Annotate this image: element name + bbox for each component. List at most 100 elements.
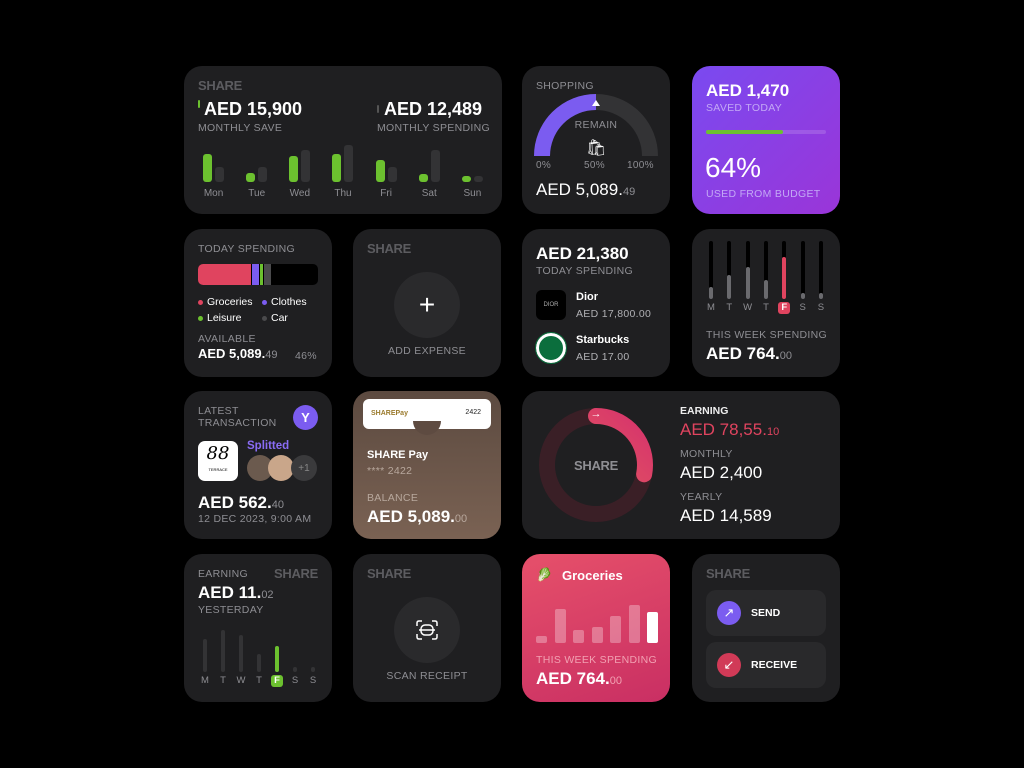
bar-fill	[763, 280, 768, 299]
groceries-bar	[647, 611, 658, 643]
shopping-widget[interactable]: SHOPPING REMAIN 🛍 0% 50% 100% AED 5,089.…	[522, 66, 670, 214]
available-amount: AED 5,089.49	[198, 346, 278, 361]
budget-label: USED FROM BUDGET	[706, 188, 821, 200]
receive-button[interactable]: ↙ RECEIVE	[706, 642, 826, 688]
today-spending-widget[interactable]: TODAY SPENDING Groceries Clothes Leisure Ca…	[184, 229, 332, 377]
merchant-logo-text: 88	[206, 443, 230, 464]
saved-today-widget[interactable]: AED 1,470 SAVED TODAY 64% USED FROM BUDG…	[692, 66, 840, 214]
spend-bar	[258, 167, 268, 182]
groceries-bar	[573, 629, 584, 643]
day-column: F	[777, 241, 791, 316]
bar-fill	[782, 256, 787, 299]
monthly-label: MONTHLY	[680, 448, 733, 460]
bar-track	[239, 628, 243, 672]
merchant-logo: 88 TERRACE	[198, 441, 238, 481]
split-icon[interactable]: Y	[293, 405, 318, 430]
bar-track	[782, 241, 787, 299]
scan-icon	[416, 620, 438, 640]
yesterday-amount: AED 11.02	[198, 583, 274, 602]
day-column: S	[814, 241, 828, 316]
legend-label: Groceries	[207, 296, 253, 308]
bar-track	[727, 241, 732, 299]
monthly-summary-widget[interactable]: SHARE AED 15,900 MONTHLY SAVE AED 12,489…	[184, 66, 502, 214]
week-spending-widget[interactable]: MTWTFSS THIS WEEK SPENDING AED 764.00	[692, 229, 840, 377]
monthly-save-amount: AED 15,900	[204, 99, 303, 119]
bar-pair	[246, 144, 268, 182]
legend-dot	[198, 299, 203, 305]
scan-receipt-widget[interactable]: SHARE SCAN RECEIPT	[353, 554, 501, 702]
monthly-spending-label: MONTHLY SPENDING	[377, 122, 490, 134]
day-column: M	[704, 241, 718, 316]
share-pay-card-widget[interactable]: SHAREPay 2422 SHARE Pay **** 2422 BALANC…	[353, 391, 501, 539]
earning-widget[interactable]: → SHARE EARNING AED 78,55.10 MONTHLY AED…	[522, 391, 840, 539]
day-label: F	[271, 675, 283, 687]
starbucks-logo	[535, 332, 567, 364]
bar-fill	[727, 274, 732, 299]
day-label: F	[778, 302, 791, 314]
save-bar	[461, 176, 471, 182]
add-expense-widget[interactable]: SHARE + ADD EXPENSE	[353, 229, 501, 377]
card-name: SHARE Pay	[367, 449, 429, 461]
bar-track	[745, 241, 750, 299]
day-label: Sat	[421, 188, 437, 199]
spend-bar	[387, 167, 397, 182]
earning-label: EARNING	[680, 405, 729, 417]
legend-dot	[262, 299, 267, 305]
bar-fill	[257, 654, 261, 672]
arrow-down-left-icon: ↙	[717, 653, 741, 677]
bar-fill	[221, 630, 225, 672]
budget-percent: 64%	[705, 152, 762, 183]
card-number-short: 2422	[465, 409, 481, 416]
day-column: T	[252, 628, 266, 688]
day-label: Mon	[203, 188, 224, 199]
receive-label: RECEIVE	[751, 659, 798, 671]
scan-receipt-button[interactable]	[394, 597, 460, 663]
leaf-icon: 🥬	[536, 567, 553, 582]
bar-track	[818, 241, 823, 299]
monthly-spending-amount: AED 12,489	[384, 99, 483, 119]
groceries-bar	[536, 636, 547, 643]
day-label: T	[256, 675, 262, 686]
brand-label: SHARE	[273, 566, 318, 581]
groceries-title: Groceries	[562, 568, 623, 583]
bar-track	[311, 628, 315, 672]
bar-pair	[289, 144, 311, 182]
bar-pair	[461, 144, 483, 182]
latest-title: LATEST	[198, 405, 239, 417]
bar-pair	[203, 144, 225, 182]
send-label: SEND	[751, 607, 781, 619]
day-label: Wed	[289, 188, 311, 199]
spending-legend: Groceries Clothes Leisure Car	[198, 294, 328, 326]
groceries-widget[interactable]: 🥬 Groceries THIS WEEK SPENDING AED 764.0…	[522, 554, 670, 702]
week-spending-amount: AED 764.00	[706, 344, 792, 363]
earning-label: EARNING	[198, 568, 248, 580]
plus-icon: +	[418, 289, 436, 320]
groceries-week-label: THIS WEEK SPENDING	[536, 654, 657, 666]
day-label: Thu	[334, 188, 352, 199]
saved-amount: AED 1,470	[706, 81, 790, 100]
brand-label: SHARE	[198, 78, 243, 93]
legend-label: Car	[271, 312, 288, 324]
shopping-amount: AED 5,089.49	[536, 180, 636, 199]
day-label: W	[236, 675, 246, 686]
earning-amount: AED 78,55.10	[680, 420, 780, 439]
transfer-widget[interactable]: SHARE ↗ SEND ↙ RECEIVE	[692, 554, 840, 702]
add-expense-button[interactable]: +	[394, 272, 460, 338]
monthly-amount: AED 2,400	[680, 463, 763, 482]
merchant-logo-sub: TERRACE	[208, 467, 228, 472]
day-column: S	[306, 628, 320, 688]
bar-track	[275, 628, 279, 672]
arrow-up-right-icon: ↗	[717, 601, 741, 625]
day-column: Tue	[235, 144, 278, 202]
send-button[interactable]: ↗ SEND	[706, 590, 826, 636]
day-column: Sat	[408, 144, 451, 202]
bar-track	[763, 241, 768, 299]
today-spending-list-widget[interactable]: AED 21,380 TODAY SPENDING DIOR Dior AED …	[522, 229, 670, 377]
scan-receipt-label: SCAN RECEIPT	[386, 670, 468, 682]
gauge-max: 100%	[627, 160, 654, 171]
day-column: Thu	[321, 144, 364, 202]
latest-transaction-widget[interactable]: LATEST TRANSACTION Y 88 TERRACE Splitted +…	[184, 391, 332, 539]
day-label: S	[309, 675, 317, 686]
day-column: Wed	[278, 144, 321, 202]
yesterday-earning-widget[interactable]: EARNING SHARE AED 11.02 YESTERDAY MTWTFS…	[184, 554, 332, 702]
